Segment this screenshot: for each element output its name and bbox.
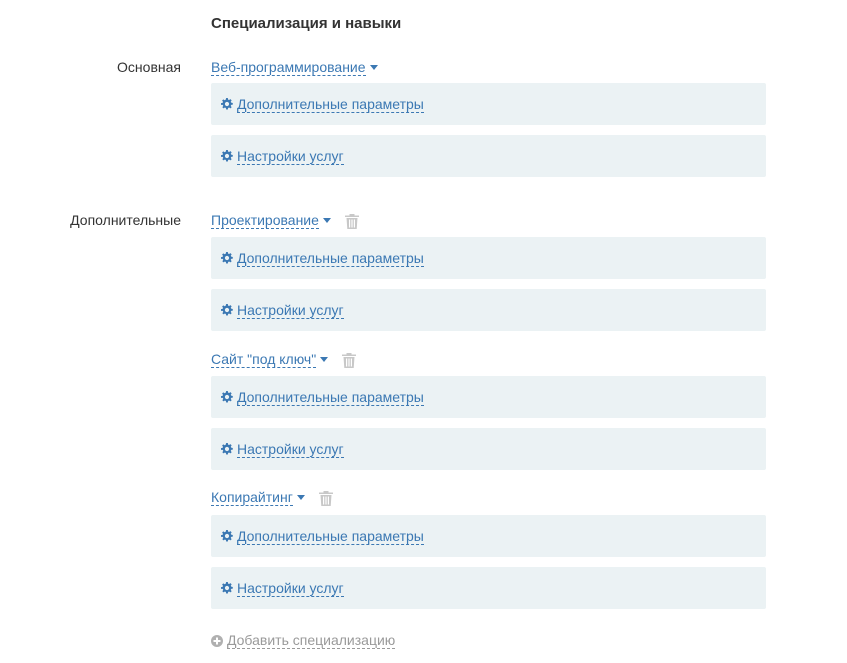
additional-extra-params-link[interactable]: Дополнительные параметры xyxy=(221,528,424,545)
primary-label: Основная xyxy=(117,59,181,75)
gear-icon xyxy=(221,150,233,162)
primary-extra-params-link[interactable]: Дополнительные параметры xyxy=(221,96,424,113)
gear-icon xyxy=(221,391,233,403)
caret-down-icon xyxy=(322,218,331,223)
section-title: Специализация и навыки xyxy=(211,15,402,32)
additional-specialization-row: Проектирование xyxy=(211,212,359,229)
trash-icon[interactable] xyxy=(342,352,357,368)
primary-specialization-name: Веб-программирование xyxy=(211,59,366,76)
additional-service-settings-panel: Настройки услуг xyxy=(211,428,766,470)
gear-icon xyxy=(221,443,233,455)
additional-specialization-name: Сайт "под ключ" xyxy=(211,351,317,368)
additional-specialization-dropdown[interactable]: Проектирование xyxy=(211,212,331,229)
gear-icon xyxy=(221,252,233,264)
extra-params-label: Дополнительные параметры xyxy=(237,249,424,267)
additional-extra-params-panel: Дополнительные параметры xyxy=(211,515,766,557)
add-specialization-link[interactable]: Добавить специализацию xyxy=(211,632,396,649)
caret-down-icon xyxy=(369,65,378,70)
service-settings-label: Настройки услуг xyxy=(237,440,344,458)
primary-service-settings-link[interactable]: Настройки услуг xyxy=(221,148,344,165)
additional-service-settings-panel: Настройки услуг xyxy=(211,289,766,331)
additional-service-settings-link[interactable]: Настройки услуг xyxy=(221,441,344,458)
extra-params-label: Дополнительные параметры xyxy=(237,388,424,406)
service-settings-label: Настройки услуг xyxy=(237,579,344,597)
primary-service-settings-panel: Настройки услуг xyxy=(211,135,766,177)
additional-extra-params-link[interactable]: Дополнительные параметры xyxy=(221,389,424,406)
service-settings-label: Настройки услуг xyxy=(237,301,344,319)
additional-service-settings-panel: Настройки услуг xyxy=(211,567,766,609)
extra-params-label: Дополнительные параметры xyxy=(237,527,424,545)
gear-icon xyxy=(221,304,233,316)
additional-extra-params-panel: Дополнительные параметры xyxy=(211,376,766,418)
additional-specialization-row: Копирайтинг xyxy=(211,489,333,506)
additional-specialization-dropdown[interactable]: Сайт "под ключ" xyxy=(211,351,329,368)
additional-label: Дополнительные xyxy=(70,212,181,228)
additional-specialization-dropdown[interactable]: Копирайтинг xyxy=(211,489,305,506)
add-specialization-label: Добавить специализацию xyxy=(227,632,396,649)
gear-icon xyxy=(221,98,233,110)
gear-icon xyxy=(221,582,233,594)
additional-specialization-name: Копирайтинг xyxy=(211,489,293,506)
gear-icon xyxy=(221,530,233,542)
primary-specialization-row: Веб-программирование xyxy=(211,59,378,76)
trash-icon[interactable] xyxy=(318,490,333,506)
primary-service-settings-label: Настройки услуг xyxy=(237,147,344,165)
primary-extra-params-label: Дополнительные параметры xyxy=(237,95,424,113)
caret-down-icon xyxy=(320,357,329,362)
additional-service-settings-link[interactable]: Настройки услуг xyxy=(221,580,344,597)
additional-extra-params-link[interactable]: Дополнительные параметры xyxy=(221,250,424,267)
additional-extra-params-panel: Дополнительные параметры xyxy=(211,237,766,279)
primary-extra-params-panel: Дополнительные параметры xyxy=(211,83,766,125)
primary-specialization-dropdown[interactable]: Веб-программирование xyxy=(211,59,378,76)
trash-icon[interactable] xyxy=(344,213,359,229)
caret-down-icon xyxy=(296,495,305,500)
additional-specialization-name: Проектирование xyxy=(211,212,319,229)
plus-circle-icon xyxy=(211,634,223,647)
additional-service-settings-link[interactable]: Настройки услуг xyxy=(221,302,344,319)
additional-specialization-row: Сайт "под ключ" xyxy=(211,351,357,368)
